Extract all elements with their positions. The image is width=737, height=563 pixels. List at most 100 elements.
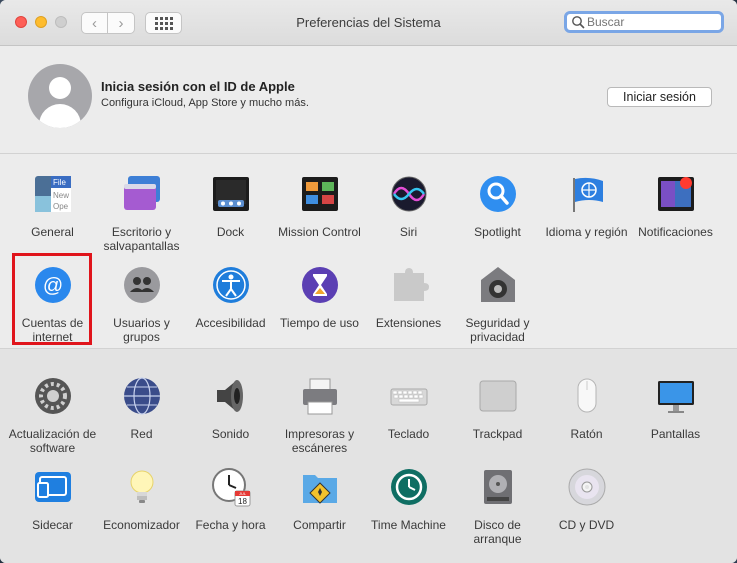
apple-id-banner: Inicia sesión con el ID de Apple Configu… bbox=[0, 46, 737, 154]
pane-label: Notificaciones bbox=[638, 225, 713, 239]
apple-id-title: Inicia sesión con el ID de Apple bbox=[101, 79, 295, 94]
pane-label: Ratón bbox=[570, 427, 603, 441]
apple-id-subtitle: Configura iCloud, App Store y mucho más. bbox=[101, 97, 309, 109]
sound-icon bbox=[216, 380, 243, 412]
pane-label: Actualización de software bbox=[8, 427, 97, 455]
pane-language-region[interactable]: Idioma y región bbox=[542, 174, 631, 239]
pane-label: Impresoras y escáneres bbox=[284, 427, 355, 455]
keyboard-icon bbox=[390, 388, 427, 406]
pane-label: Disco de arranque bbox=[473, 518, 522, 546]
desktop-icon bbox=[123, 176, 160, 210]
pane-keyboard[interactable]: Teclado bbox=[364, 376, 453, 441]
printer-icon bbox=[302, 378, 337, 415]
pane-software-update[interactable]: Actualización de software bbox=[8, 376, 97, 455]
language-icon bbox=[572, 177, 603, 212]
personal-preferences-section: File New Ope General Escritorio y salvap… bbox=[0, 154, 737, 348]
accessibility-icon bbox=[212, 267, 249, 303]
search-icon bbox=[572, 16, 585, 29]
pane-label: Escritorio y salvapantallas bbox=[103, 225, 180, 253]
calendar-day: 18 bbox=[238, 497, 247, 506]
energy-saver-icon bbox=[130, 470, 153, 503]
pane-label: Trackpad bbox=[472, 427, 523, 441]
mission-control-icon bbox=[301, 177, 338, 211]
pane-label: Sonido bbox=[211, 427, 250, 441]
pane-users-groups[interactable]: Usuarios y grupos bbox=[97, 265, 186, 344]
pane-label: Siri bbox=[399, 225, 418, 239]
pane-security-privacy[interactable]: Seguridad y privacidad bbox=[453, 265, 542, 344]
pane-network[interactable]: Red bbox=[97, 376, 186, 441]
hardware-preferences-section: Actualización de software Red Sonido Imp… bbox=[0, 348, 737, 563]
spotlight-icon bbox=[479, 176, 516, 212]
sharing-icon bbox=[302, 475, 337, 504]
system-preferences-window: ‹ › Preferencias del Sistema Inicia sesi… bbox=[0, 0, 737, 563]
security-icon bbox=[480, 267, 515, 302]
pane-siri[interactable]: Siri bbox=[364, 174, 453, 239]
selection-highlight bbox=[12, 253, 92, 345]
sign-in-button[interactable]: Iniciar sesión bbox=[607, 87, 712, 107]
siri-icon bbox=[391, 176, 426, 212]
trackpad-icon bbox=[479, 380, 516, 412]
pane-desktop[interactable]: Escritorio y salvapantallas bbox=[97, 174, 186, 253]
pane-label: Mission Control bbox=[278, 225, 361, 239]
search-field[interactable] bbox=[564, 11, 724, 33]
pane-label: Sidecar bbox=[32, 518, 73, 532]
software-update-icon bbox=[34, 378, 71, 414]
pane-extensions[interactable]: Extensiones bbox=[364, 265, 453, 330]
pane-notifications[interactable]: Notificaciones bbox=[631, 174, 720, 239]
pane-label: CD y DVD bbox=[558, 518, 615, 532]
pane-label: Time Machine bbox=[371, 518, 446, 532]
screen-time-icon bbox=[301, 267, 338, 303]
mouse-icon bbox=[577, 378, 596, 413]
notifications-icon bbox=[657, 177, 694, 211]
pane-label: Seguridad y privacidad bbox=[465, 316, 530, 344]
pane-sound[interactable]: Sonido bbox=[186, 376, 275, 441]
users-icon bbox=[123, 267, 160, 303]
pane-label: Spotlight bbox=[474, 225, 521, 239]
general-icon-open: Ope bbox=[53, 202, 69, 211]
pane-label: Dock bbox=[216, 225, 245, 239]
pane-label: Fecha y hora bbox=[195, 518, 266, 532]
pane-label: General bbox=[31, 225, 74, 239]
pane-startup-disk[interactable]: Disco de arranque bbox=[453, 467, 542, 546]
pane-cd-dvd[interactable]: CD y DVD bbox=[542, 467, 631, 532]
search-input[interactable] bbox=[585, 15, 709, 29]
pane-trackpad[interactable]: Trackpad bbox=[453, 376, 542, 441]
pane-mission-control[interactable]: Mission Control bbox=[275, 174, 364, 239]
pane-dock[interactable]: Dock bbox=[186, 174, 275, 239]
pane-label: Teclado bbox=[387, 427, 430, 441]
date-time-icon: JUL 18 bbox=[211, 468, 250, 507]
pane-label: Extensiones bbox=[375, 316, 442, 330]
pane-label: Idioma y región bbox=[545, 225, 628, 239]
pane-label: Tiempo de uso bbox=[280, 316, 359, 330]
pane-date-time[interactable]: JUL 18 Fecha y hora bbox=[186, 467, 275, 532]
calendar-month: JUL bbox=[238, 491, 246, 496]
general-icon-new: New bbox=[53, 191, 69, 200]
startup-disk-icon bbox=[483, 470, 512, 504]
pane-mouse[interactable]: Ratón bbox=[542, 376, 631, 441]
pane-sidecar[interactable]: Sidecar bbox=[8, 467, 97, 532]
extensions-icon bbox=[393, 268, 429, 301]
pane-label: Economizador bbox=[103, 518, 180, 532]
pane-spotlight[interactable]: Spotlight bbox=[453, 174, 542, 239]
sidecar-icon bbox=[34, 472, 71, 502]
pane-accessibility[interactable]: Accesibilidad bbox=[186, 265, 275, 330]
title-bar: ‹ › Preferencias del Sistema bbox=[0, 0, 737, 46]
pane-sharing[interactable]: Compartir bbox=[275, 467, 364, 532]
dock-icon bbox=[212, 177, 249, 211]
cd-dvd-icon bbox=[568, 468, 605, 506]
pane-label: Pantallas bbox=[650, 427, 701, 441]
pane-general[interactable]: File New Ope General bbox=[8, 174, 97, 239]
time-machine-icon bbox=[390, 469, 427, 505]
pane-label: Compartir bbox=[293, 518, 346, 532]
pane-energy-saver[interactable]: Economizador bbox=[97, 467, 186, 532]
pane-label: Red bbox=[130, 427, 153, 441]
avatar bbox=[28, 64, 92, 128]
pane-printers-scanners[interactable]: Impresoras y escáneres bbox=[275, 376, 364, 455]
network-icon bbox=[123, 377, 160, 415]
pane-displays[interactable]: Pantallas bbox=[631, 376, 720, 441]
general-icon-file: File bbox=[53, 178, 66, 187]
pane-screen-time[interactable]: Tiempo de uso bbox=[275, 265, 364, 330]
pane-time-machine[interactable]: Time Machine bbox=[364, 467, 453, 532]
pane-label: Accesibilidad bbox=[195, 316, 266, 330]
pane-label: Usuarios y grupos bbox=[113, 316, 170, 344]
